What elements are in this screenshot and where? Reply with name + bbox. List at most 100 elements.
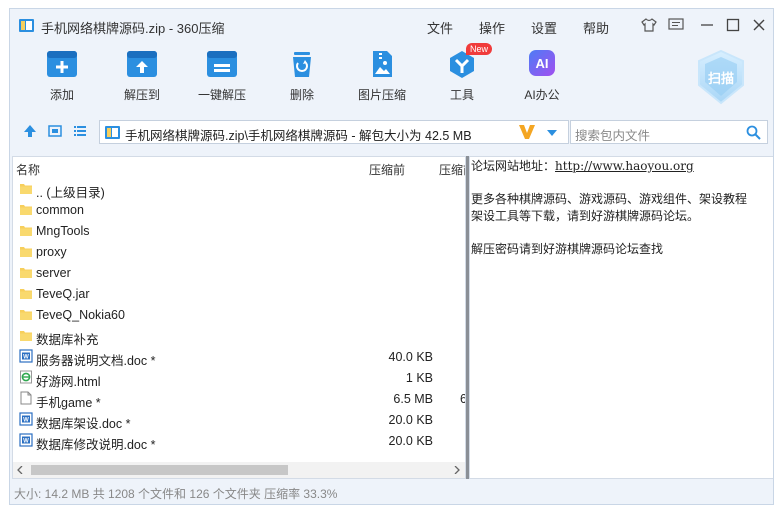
svg-text:W: W — [23, 439, 29, 445]
forum-link[interactable]: http://www.haoyou.org — [555, 159, 694, 173]
horizontal-scrollbar[interactable] — [13, 462, 465, 478]
list-view-icon[interactable] — [72, 123, 88, 139]
file-row[interactable]: 手机game *6.5 MB6 — [13, 389, 465, 410]
file-name: 服务器说明文档.doc * — [36, 354, 156, 368]
forum-label: 论坛网站地址： — [471, 159, 556, 173]
v-logo-icon[interactable] — [518, 124, 536, 140]
delete-button[interactable]: 删除 — [270, 49, 334, 111]
feedback-icon[interactable] — [667, 16, 685, 34]
ai-icon-glyph: AI — [536, 56, 549, 71]
folder-icon — [19, 223, 33, 240]
file-size: 6.5 MB — [393, 392, 433, 406]
file-name: TeveQ.jar — [36, 287, 90, 301]
html-file-icon — [19, 370, 33, 387]
file-row[interactable]: W 数据库修改说明.doc * 20.0 KB — [13, 431, 465, 452]
folder-icon — [19, 181, 33, 198]
file-name: 数据库架设.doc * — [36, 417, 131, 431]
minimize-icon[interactable] — [698, 16, 716, 34]
search-input[interactable]: 搜索包内文件 — [575, 125, 650, 144]
add-button[interactable]: 添加 — [30, 49, 94, 111]
file-name: .. (上级目录) — [36, 186, 105, 200]
extract-to-button[interactable]: 解压到 — [110, 49, 174, 111]
file-row[interactable]: common — [13, 200, 465, 221]
thumbnail-view-icon[interactable] — [47, 123, 63, 139]
file-row[interactable]: W 服务器说明文档.doc * 40.0 KB — [13, 347, 465, 368]
address-dropdown-icon[interactable] — [546, 129, 558, 137]
status-text: 大小: 14.2 MB 共 1208 个文件和 126 个文件夹 压缩率 33.… — [14, 487, 338, 501]
image-compress-label: 图片压缩 — [357, 88, 406, 102]
zip-archive-icon — [19, 19, 34, 32]
add-archive-icon — [47, 51, 77, 77]
file-row[interactable]: MngTools — [13, 221, 465, 242]
file-row[interactable]: TeveQ.jar — [13, 284, 465, 305]
search-icon[interactable] — [746, 125, 761, 140]
ai-office-label: AI办公 — [524, 88, 560, 102]
scroll-right-icon[interactable] — [454, 466, 460, 474]
folder-icon — [19, 244, 33, 261]
column-header-size[interactable]: 压缩前 — [369, 161, 405, 178]
file-row[interactable]: TeveQ_Nokia60 — [13, 305, 465, 326]
scan-button[interactable]: 扫描 — [695, 49, 747, 105]
extract-to-icon — [127, 51, 157, 77]
add-label: 添加 — [49, 88, 74, 102]
extract-to-label: 解压到 — [123, 88, 160, 102]
file-size: 40.0 KB — [388, 350, 433, 364]
folder-icon — [19, 265, 33, 282]
menu-file[interactable]: 文件 — [427, 18, 453, 37]
image-compress-icon — [373, 51, 392, 77]
zip-archive-icon — [105, 126, 120, 139]
menu-operation[interactable]: 操作 — [479, 18, 505, 37]
close-icon[interactable] — [750, 16, 768, 34]
info-line-4: 解压密码请到好游棋牌源码论坛查找 — [471, 241, 664, 256]
scan-label: 扫描 — [707, 71, 734, 86]
scroll-left-icon[interactable] — [17, 466, 23, 474]
menu-settings[interactable]: 设置 — [531, 18, 557, 37]
ai-office-button[interactable]: AI AI办公 — [510, 49, 574, 111]
scrollbar-thumb[interactable] — [31, 465, 288, 475]
file-name: TeveQ_Nokia60 — [36, 308, 125, 322]
file-icon — [19, 391, 33, 408]
file-row[interactable]: W 数据库架设.doc * 20.0 KB — [13, 410, 465, 431]
search-box[interactable]: 搜索包内文件 — [570, 120, 768, 144]
info-line-2: 更多各种棋牌源码、游戏源码、游戏组件、架设教程 — [471, 192, 748, 206]
file-name: MngTools — [36, 224, 90, 238]
folder-icon — [19, 307, 33, 324]
one-click-extract-button[interactable]: 一键解压 — [190, 49, 254, 111]
new-badge: New — [466, 43, 493, 55]
file-size: 20.0 KB — [388, 413, 433, 427]
file-row[interactable]: 好游网.html 1 KB — [13, 368, 465, 389]
file-name: 好游网.html — [36, 375, 101, 389]
one-click-extract-icon — [207, 51, 237, 77]
info-line-3: 架设工具等下载，请到好游棋牌源码论坛。 — [471, 208, 700, 223]
ai-icon: AI — [529, 50, 555, 76]
file-row[interactable]: proxy — [13, 242, 465, 263]
folder-icon — [19, 328, 33, 345]
folder-icon — [19, 202, 33, 219]
file-name: 手机game * — [36, 396, 101, 410]
menu-help[interactable]: 帮助 — [583, 18, 609, 37]
trash-icon — [293, 52, 311, 77]
app-window: 手机网络棋牌源码.zip - 360压缩 文件 操作 设置 帮助 添加 解压到 … — [9, 8, 774, 505]
image-compress-button[interactable]: 图片压缩 — [350, 49, 414, 111]
file-name: 数据库修改说明.doc * — [36, 438, 156, 452]
word-doc-icon: W — [19, 412, 33, 429]
forum-line: 论坛网站地址：http://www.haoyou.org — [471, 158, 773, 175]
tools-button[interactable]: New 工具 — [430, 43, 494, 111]
skin-shirt-icon[interactable] — [640, 16, 658, 34]
maximize-icon[interactable] — [724, 16, 742, 34]
up-level-icon[interactable] — [22, 123, 38, 139]
file-row[interactable]: .. (上级目录) — [13, 179, 465, 200]
window-title: 手机网络棋牌源码.zip - 360压缩 — [41, 21, 225, 36]
file-size: 1 KB — [405, 371, 433, 385]
file-name: proxy — [36, 245, 67, 259]
archive-comment-pane: 论坛网站地址：http://www.haoyou.org 更多各种棋牌源码、游戏… — [469, 156, 773, 479]
file-row[interactable]: server — [13, 263, 465, 284]
one-click-extract-label: 一键解压 — [197, 88, 246, 102]
svg-text:W: W — [23, 355, 29, 361]
title-bar: 手机网络棋牌源码.zip - 360压缩 文件 操作 设置 帮助 — [10, 9, 773, 41]
address-path: 手机网络棋牌源码.zip\手机网络棋牌源码 - 解包大小为 42.5 MB — [125, 129, 472, 143]
file-row[interactable]: 数据库补充 — [13, 326, 465, 347]
address-bar[interactable]: 手机网络棋牌源码.zip\手机网络棋牌源码 - 解包大小为 42.5 MB — [99, 120, 569, 144]
column-header-name[interactable]: 名称 — [16, 161, 40, 178]
column-header-size-2[interactable]: 压缩前 — [439, 161, 465, 178]
